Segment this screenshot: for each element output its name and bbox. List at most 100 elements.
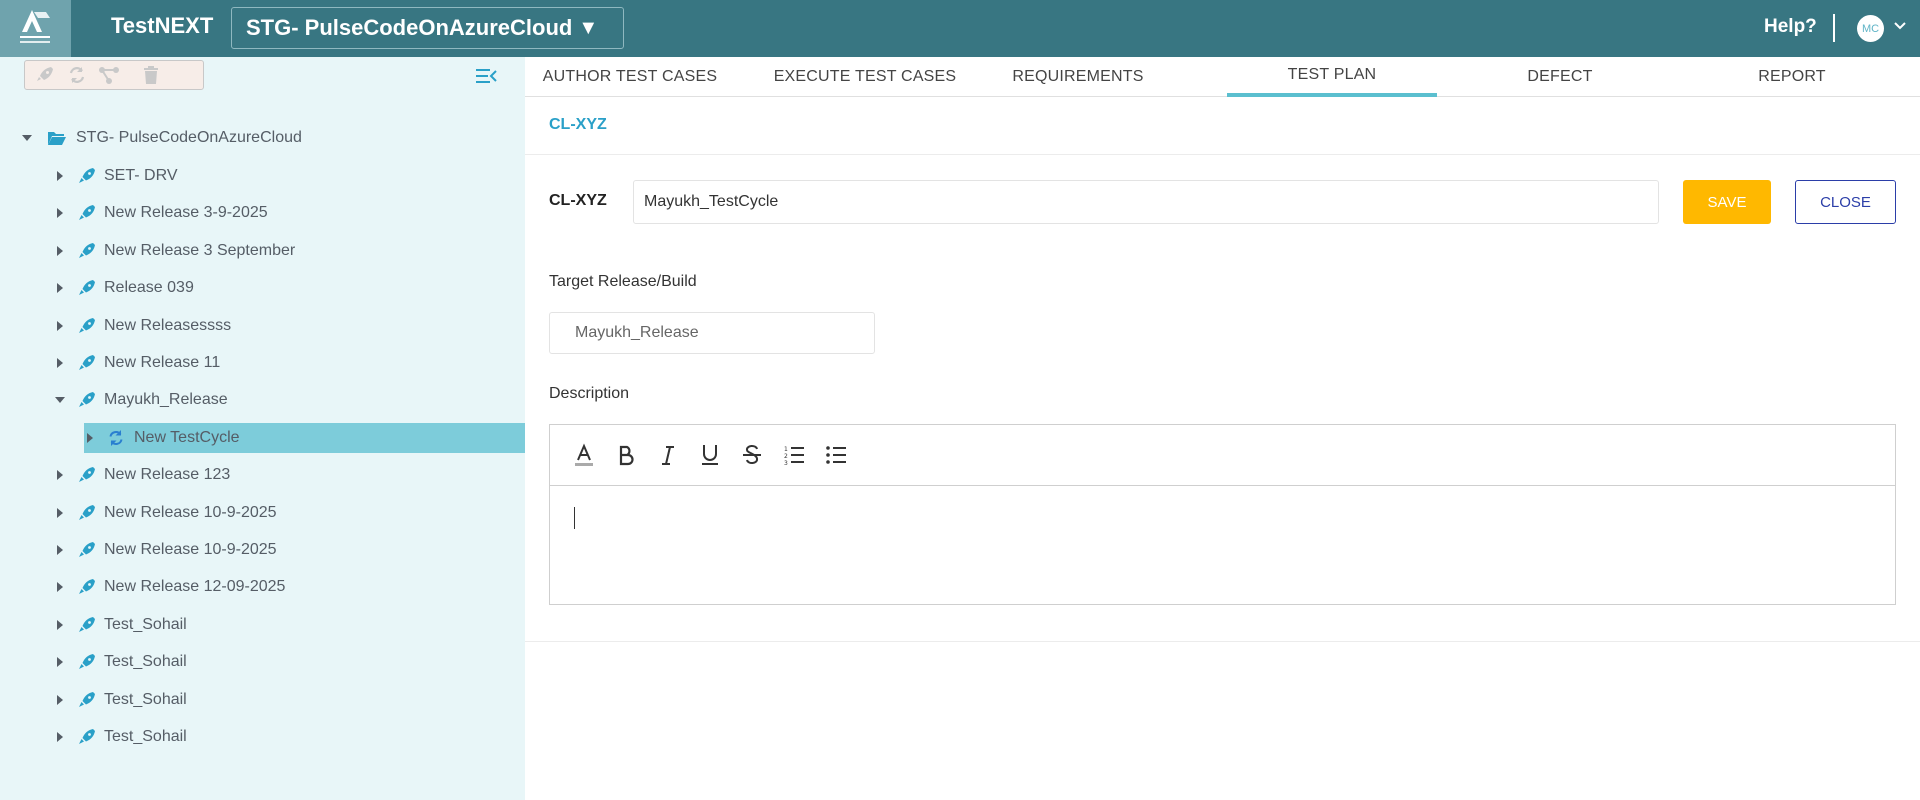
caret-right-icon[interactable] xyxy=(54,544,66,556)
caret-right-icon[interactable] xyxy=(54,357,66,369)
caret-right-icon[interactable] xyxy=(54,619,66,631)
rocket-icon xyxy=(77,727,97,747)
hierarchy-icon[interactable] xyxy=(97,63,121,87)
caret-right-icon[interactable] xyxy=(54,170,66,182)
tree-item-label: New Release 3-9-2025 xyxy=(104,204,268,221)
tree-item-label: SET- DRV xyxy=(104,167,178,184)
chevron-down-icon[interactable] xyxy=(1893,19,1907,38)
caret-down-icon[interactable] xyxy=(21,132,33,144)
target-release-field[interactable]: Mayukh_Release xyxy=(549,312,875,354)
rocket-icon xyxy=(77,241,97,261)
caret-right-icon[interactable] xyxy=(54,656,66,668)
header-divider xyxy=(1833,14,1835,42)
pursuit-software-logo[interactable] xyxy=(0,0,71,57)
underline-icon[interactable] xyxy=(697,443,722,468)
refresh-icon[interactable] xyxy=(65,63,89,87)
add-release-rocket-icon[interactable] xyxy=(33,63,57,87)
strikethrough-icon[interactable] xyxy=(739,443,764,468)
caret-right-icon[interactable] xyxy=(54,282,66,294)
cycle-name-label: CL-XYZ xyxy=(549,192,607,209)
app-header: TestNEXT STG- PulseCodeOnAzureCloud ▼ He… xyxy=(0,0,1920,57)
project-selector[interactable]: STG- PulseCodeOnAzureCloud ▼ xyxy=(231,7,624,49)
tree-toolbar xyxy=(24,60,204,90)
project-name: STG- PulseCodeOnAzureCloud xyxy=(246,15,573,40)
tree-item-selected[interactable]: New TestCycle xyxy=(84,423,525,453)
rocket-icon xyxy=(77,203,97,223)
ordered-list-icon[interactable]: 123 xyxy=(781,443,806,468)
tree-item[interactable]: New Release 10-9-2025 xyxy=(0,535,525,565)
tree-item[interactable]: New Release 10-9-2025 xyxy=(0,498,525,528)
tree-item[interactable]: New Release 12-09-2025 xyxy=(0,572,525,602)
caret-right-icon[interactable] xyxy=(54,245,66,257)
sidebar: STG- PulseCodeOnAzureCloud SET- DRV New Re… xyxy=(0,57,525,800)
tree-item[interactable]: Test_Sohail xyxy=(0,722,525,752)
breadcrumb[interactable]: CL-XYZ xyxy=(549,116,607,134)
caret-down-icon[interactable] xyxy=(54,394,66,406)
help-link[interactable]: Help? xyxy=(1764,16,1817,38)
caret-right-icon[interactable] xyxy=(54,320,66,332)
bullet-list-icon[interactable] xyxy=(823,443,848,468)
tree-root-label: STG- PulseCodeOnAzureCloud xyxy=(76,129,302,146)
tree-item-label: New Release 10-9-2025 xyxy=(104,541,277,558)
font-color-icon[interactable] xyxy=(571,443,596,468)
user-avatar[interactable]: MC xyxy=(1857,15,1884,42)
tree-item[interactable]: New Release 3-9-2025 xyxy=(0,198,525,228)
tree-item-label: New Release 11 xyxy=(104,354,221,371)
tree-item[interactable]: Test_Sohail xyxy=(0,610,525,640)
italic-icon[interactable] xyxy=(655,443,680,468)
tree-item[interactable]: New Releasessss xyxy=(0,311,525,341)
tab-test-plan[interactable]: TEST PLAN xyxy=(1227,57,1437,97)
close-button[interactable]: CLOSE xyxy=(1795,180,1896,224)
tab-report[interactable]: REPORT xyxy=(1692,57,1892,97)
svg-text:2: 2 xyxy=(784,453,788,460)
cycle-name-input[interactable]: Mayukh_TestCycle xyxy=(633,180,1659,224)
rocket-icon xyxy=(77,278,97,298)
divider xyxy=(525,154,1920,155)
rocket-icon xyxy=(77,540,97,560)
rocket-icon xyxy=(77,390,97,410)
caret-right-icon[interactable] xyxy=(54,507,66,519)
tree-item-label: New Release 10-9-2025 xyxy=(104,504,277,521)
caret-right-icon[interactable] xyxy=(84,432,96,444)
tab-defect[interactable]: DEFECT xyxy=(1460,57,1660,97)
editor-body[interactable] xyxy=(550,487,1895,604)
tree-item[interactable]: Release 039 xyxy=(0,273,525,303)
tree-item-label: Test_Sohail xyxy=(104,653,187,670)
tree-item-label: Mayukh_Release xyxy=(104,391,228,408)
caret-right-icon[interactable] xyxy=(54,731,66,743)
tab-execute-test-cases[interactable]: EXECUTE TEST CASES xyxy=(755,57,975,97)
tree-item[interactable]: Mayukh_Release xyxy=(0,385,525,415)
trash-icon[interactable] xyxy=(139,63,163,87)
caret-right-icon[interactable] xyxy=(54,581,66,593)
tree-item[interactable]: New Release 3 September xyxy=(0,236,525,266)
folder-open-icon xyxy=(47,128,67,148)
caret-down-icon: ▼ xyxy=(578,16,599,39)
bold-icon[interactable] xyxy=(613,443,638,468)
caret-right-icon[interactable] xyxy=(54,469,66,481)
tab-author-test-cases[interactable]: AUTHOR TEST CASES xyxy=(525,57,735,97)
rocket-icon xyxy=(77,465,97,485)
collapse-sidebar-icon[interactable] xyxy=(474,66,498,91)
tree-item[interactable]: New Release 11 xyxy=(0,348,525,378)
tree-item[interactable]: Test_Sohail xyxy=(0,685,525,715)
description-editor: 123 xyxy=(549,424,1896,605)
tree-item[interactable]: New Release 123 xyxy=(0,460,525,490)
rocket-icon xyxy=(77,503,97,523)
text-cursor xyxy=(574,507,575,529)
tree-root[interactable]: STG- PulseCodeOnAzureCloud xyxy=(0,123,525,153)
tree-item[interactable]: Test_Sohail xyxy=(0,647,525,677)
caret-right-icon[interactable] xyxy=(54,207,66,219)
svg-text:3: 3 xyxy=(784,460,788,466)
tree-item-label: New Release 123 xyxy=(104,466,231,483)
tree-item[interactable]: SET- DRV xyxy=(0,161,525,191)
rocket-icon xyxy=(77,316,97,336)
caret-right-icon[interactable] xyxy=(54,694,66,706)
tab-requirements[interactable]: REQUIREMENTS xyxy=(998,57,1158,97)
rocket-icon xyxy=(77,577,97,597)
app-name: TestNEXT xyxy=(111,13,214,38)
tree-item-label: New Release 3 September xyxy=(104,242,296,259)
save-button[interactable]: SAVE xyxy=(1683,180,1771,224)
rocket-icon xyxy=(77,615,97,635)
tree-item-label: Test_Sohail xyxy=(104,691,187,708)
rocket-icon xyxy=(77,690,97,710)
